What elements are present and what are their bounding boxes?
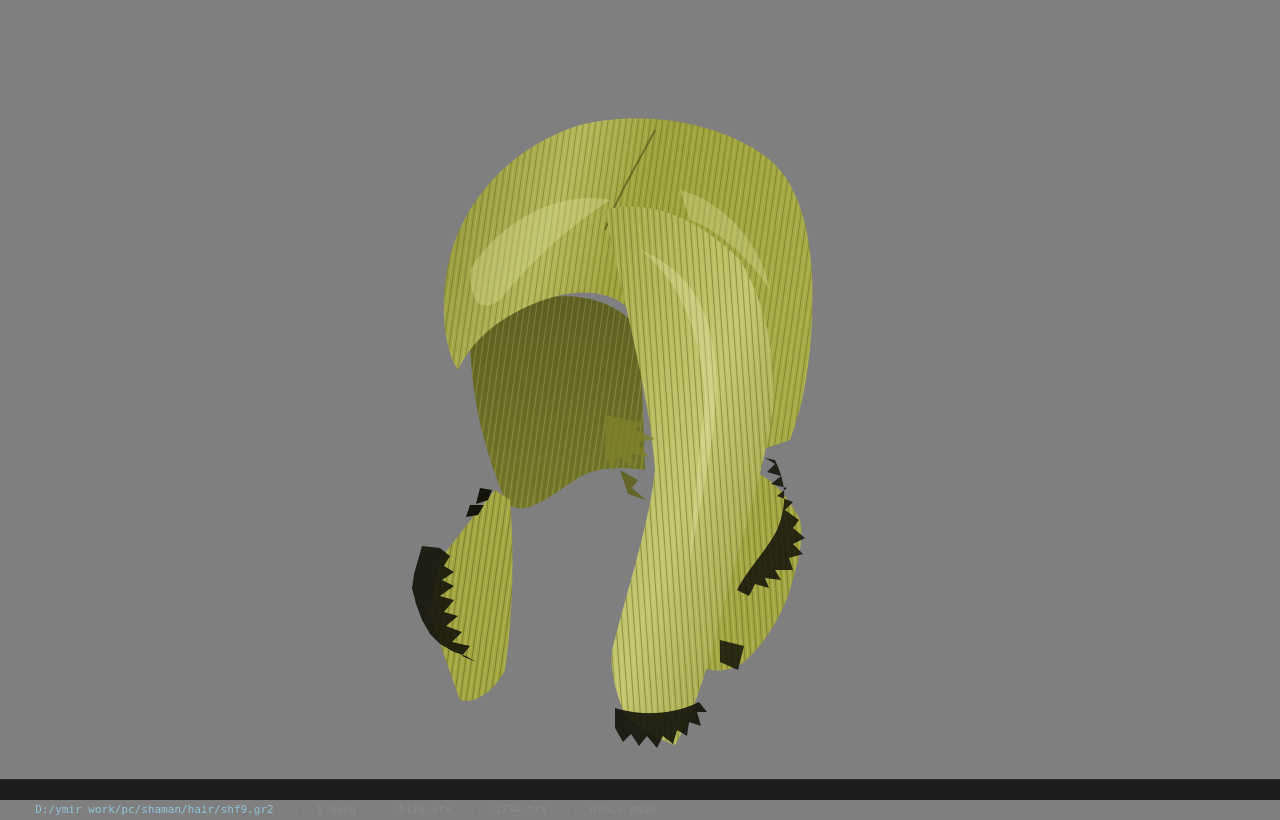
- triangle-count: 1734 tri: [494, 803, 548, 816]
- mesh-count: 1 mesh: [316, 803, 357, 816]
- vertex-count: 5126 vtx: [398, 803, 452, 816]
- separator: |: [295, 803, 303, 816]
- separator: |: [473, 803, 481, 816]
- separator: |: [378, 803, 385, 816]
- file-path: D:/ymir work/pc/shaman/hair/shf9.gr2: [35, 803, 274, 816]
- animation-status: nincs anim: [589, 803, 657, 816]
- status-bar: D:/ymir work/pc/shaman/hair/shf9.gr2 | 1 m…: [0, 779, 1280, 816]
- hair-model-render[interactable]: [0, 0, 1280, 779]
- 3d-viewport[interactable]: [0, 0, 1280, 779]
- separator: |: [569, 803, 576, 816]
